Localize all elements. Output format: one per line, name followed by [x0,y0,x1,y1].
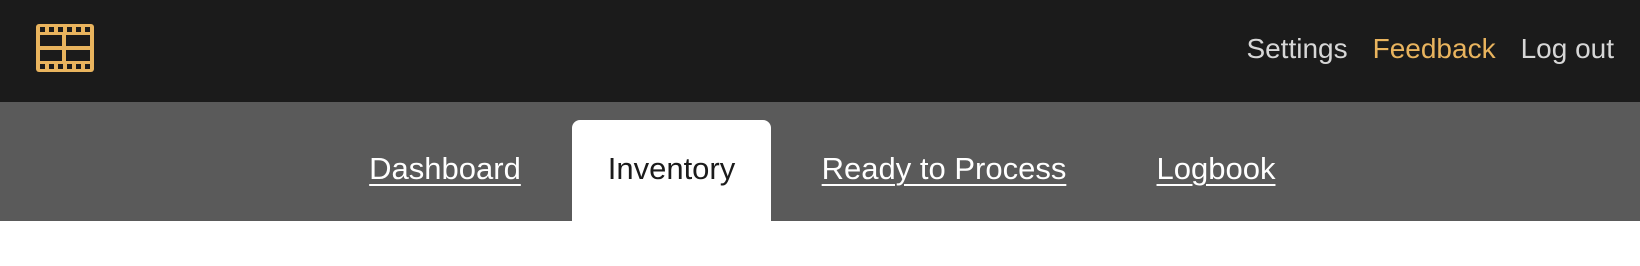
account-nav: Settings Feedback Log out [1221,0,1614,98]
settings-link[interactable]: Settings [1246,33,1347,65]
film-icon[interactable] [36,24,94,72]
feedback-link[interactable]: Feedback [1373,33,1496,65]
tab-inventory[interactable]: Inventory [572,120,771,221]
tab-logbook[interactable]: Logbook [1148,120,1284,221]
main-tab-bar: Dashboard Inventory Ready to Process Log… [0,102,1640,221]
tab-dashboard[interactable]: Dashboard [360,120,530,221]
top-header: Settings Feedback Log out [0,0,1640,102]
tab-ready-to-process[interactable]: Ready to Process [812,120,1076,221]
logout-link[interactable]: Log out [1521,33,1614,65]
main-content [0,221,1640,266]
